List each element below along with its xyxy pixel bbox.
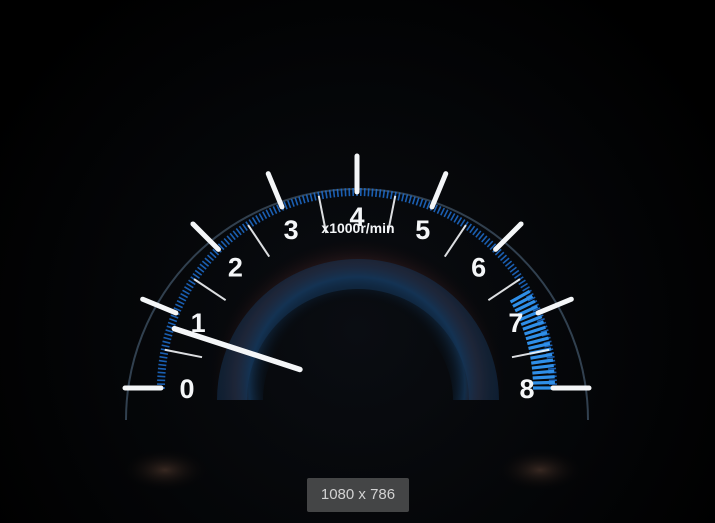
scale-label: 8 bbox=[519, 374, 534, 404]
minor-tick bbox=[332, 189, 336, 198]
tachometer-photo: 0123 4 5678 x1000r/min bbox=[0, 0, 715, 523]
scale-label: 2 bbox=[228, 252, 243, 282]
unit-label: x1000r/min bbox=[321, 220, 394, 236]
minor-tick bbox=[375, 188, 378, 198]
photo-frame: 012345678 x1000r/min 1080 x 786 bbox=[0, 0, 715, 523]
minor-tick bbox=[378, 189, 382, 198]
scale-label: 5 bbox=[415, 215, 430, 245]
image-size-badge: 1080 x 786 bbox=[307, 478, 409, 512]
minor-tick bbox=[371, 188, 374, 197]
minor-tick bbox=[340, 188, 343, 197]
minor-tick bbox=[382, 189, 386, 198]
minor-tick bbox=[157, 367, 167, 370]
redzone-segment bbox=[532, 380, 555, 385]
minor-tick bbox=[547, 367, 557, 370]
minor-tick bbox=[336, 188, 339, 198]
minor-tick bbox=[157, 371, 166, 374]
scale-label: 3 bbox=[284, 215, 299, 245]
scale-label: 7 bbox=[508, 308, 523, 338]
redzone-segment bbox=[532, 375, 555, 380]
scale-label: 0 bbox=[179, 374, 194, 404]
reflection-left bbox=[120, 448, 210, 492]
minor-tick bbox=[328, 189, 332, 198]
redzone-segment bbox=[532, 369, 555, 375]
scale-label: 6 bbox=[471, 252, 486, 282]
minor-tick bbox=[158, 359, 167, 363]
minor-tick bbox=[158, 363, 167, 367]
reflection-right bbox=[495, 448, 585, 492]
